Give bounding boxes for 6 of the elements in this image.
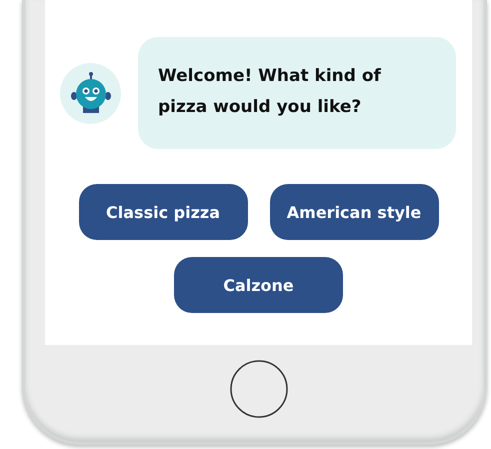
robot-icon bbox=[70, 72, 110, 114]
home-button[interactable] bbox=[228, 358, 288, 418]
quick-reply-button[interactable]: American style bbox=[270, 184, 438, 240]
quick-reply-button[interactable]: Classic pizza bbox=[78, 184, 248, 240]
quick-reply-button[interactable]: Calzone bbox=[174, 257, 343, 313]
chat-message: Welcome! What kind of pizza would you like? bbox=[138, 37, 456, 149]
